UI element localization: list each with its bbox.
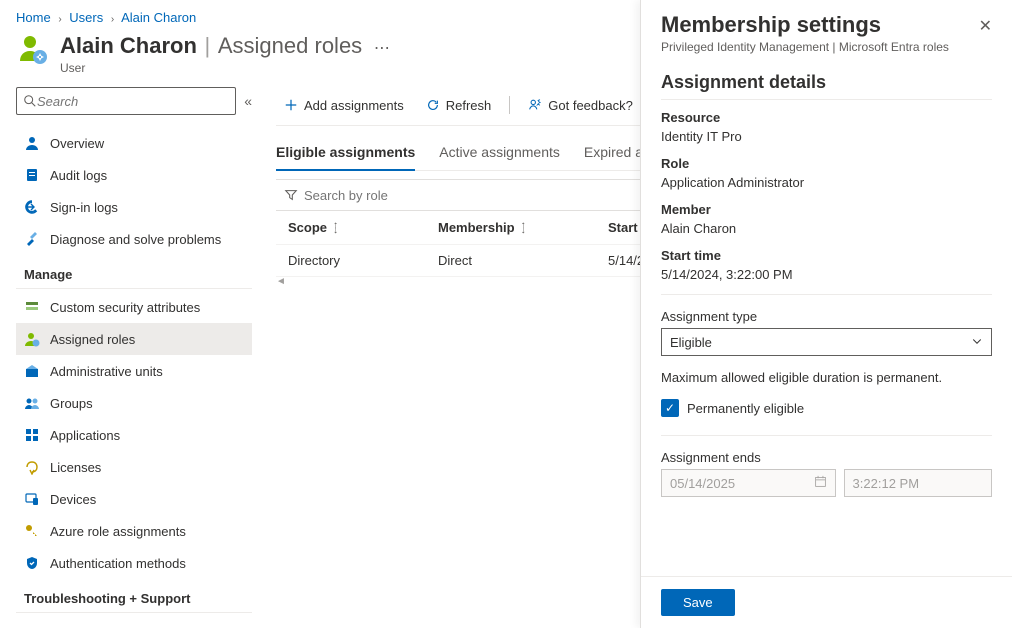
breadcrumb-current[interactable]: Alain Charon <box>121 10 196 25</box>
permanently-eligible-label: Permanently eligible <box>687 401 804 416</box>
start-time-value: 5/14/2024, 3:22:00 PM <box>661 267 992 282</box>
user-type-label: User <box>60 61 390 75</box>
sidebar-item-applications[interactable]: Applications <box>16 419 252 451</box>
sidebar-item-label: Groups <box>50 396 93 411</box>
sidebar-item-admin-units[interactable]: Administrative units <box>16 355 252 387</box>
clipboard-icon <box>24 167 40 183</box>
save-button[interactable]: Save <box>661 589 735 616</box>
assignment-type-dropdown[interactable]: Eligible <box>661 328 992 356</box>
role-label: Role <box>661 156 992 171</box>
assignment-type-label: Assignment type <box>661 309 992 324</box>
tools-icon <box>24 231 40 247</box>
chevron-down-icon <box>971 335 983 350</box>
end-date-value: 05/14/2025 <box>670 476 735 491</box>
groups-icon <box>24 395 40 411</box>
scroll-left-icon[interactable]: ◄ <box>276 276 286 287</box>
sidebar-section-manage: Manage <box>16 255 252 289</box>
member-label: Member <box>661 202 992 217</box>
feedback-icon <box>528 98 542 112</box>
member-value: Alain Charon <box>661 221 992 236</box>
sidebar-item-label: Devices <box>50 492 96 507</box>
plus-icon <box>284 98 298 112</box>
panel-title: Membership settings <box>661 12 949 38</box>
end-date-input[interactable]: 05/14/2025 <box>661 469 836 497</box>
close-icon[interactable]: ✕ <box>979 12 992 36</box>
more-actions-icon[interactable]: ⋯ <box>374 40 390 57</box>
filter-icon <box>284 188 298 202</box>
checkbox-checked-icon: ✓ <box>661 399 679 417</box>
sidebar-search[interactable] <box>16 87 236 115</box>
duration-hint: Maximum allowed eligible duration is per… <box>661 370 992 385</box>
sidebar-item-diagnose[interactable]: Diagnose and solve problems <box>16 223 252 255</box>
devices-icon <box>24 491 40 507</box>
sidebar-item-label: Licenses <box>50 460 101 475</box>
sidebar-item-label: Assigned roles <box>50 332 135 347</box>
feedback-button[interactable]: Got feedback? <box>520 94 641 117</box>
sidebar-item-custom-security[interactable]: Custom security attributes <box>16 291 252 323</box>
assignment-ends-label: Assignment ends <box>661 450 992 465</box>
page-title: Assigned roles <box>218 33 362 58</box>
person-role-icon <box>24 331 40 347</box>
end-time-input[interactable]: 3:22:12 PM <box>844 469 992 497</box>
sidebar-section-troubleshoot: Troubleshooting + Support <box>16 579 252 613</box>
membership-settings-panel: Membership settings Privileged Identity … <box>640 0 1012 628</box>
sidebar-item-label: Azure role assignments <box>50 524 186 539</box>
sidebar-item-azure-roles[interactable]: Azure role assignments <box>16 515 252 547</box>
start-time-label: Start time <box>661 248 992 263</box>
calendar-icon <box>814 475 827 491</box>
resource-value: Identity IT Pro <box>661 129 992 144</box>
sidebar-item-devices[interactable]: Devices <box>16 483 252 515</box>
refresh-button[interactable]: Refresh <box>418 94 500 117</box>
sidebar-item-groups[interactable]: Groups <box>16 387 252 419</box>
sort-icon: ↑↓ <box>333 223 338 233</box>
resource-label: Resource <box>661 110 992 125</box>
sidebar-item-label: Audit logs <box>50 168 107 183</box>
sidebar-item-auth-methods[interactable]: Authentication methods <box>16 547 252 579</box>
breadcrumb-home[interactable]: Home <box>16 10 51 25</box>
add-assignments-button[interactable]: Add assignments <box>276 94 412 117</box>
sidebar-item-overview[interactable]: Overview <box>16 127 252 159</box>
signin-icon <box>24 199 40 215</box>
key-icon <box>24 523 40 539</box>
license-icon <box>24 459 40 475</box>
tab-active[interactable]: Active assignments <box>439 138 560 170</box>
admin-units-icon <box>24 363 40 379</box>
sidebar-item-audit-logs[interactable]: Audit logs <box>16 159 252 191</box>
sidebar-search-input[interactable] <box>37 94 229 109</box>
section-assignment-details: Assignment details <box>661 72 992 100</box>
tab-eligible[interactable]: Eligible assignments <box>276 138 415 170</box>
cell-membership: Direct <box>426 253 596 268</box>
sidebar-item-assigned-roles[interactable]: Assigned roles <box>16 323 252 355</box>
breadcrumb-users[interactable]: Users <box>69 10 103 25</box>
end-time-value: 3:22:12 PM <box>853 476 920 491</box>
cell-scope: Directory <box>276 253 426 268</box>
sidebar-item-licenses[interactable]: Licenses <box>16 451 252 483</box>
sidebar-item-label: Sign-in logs <box>50 200 118 215</box>
search-icon <box>23 94 37 108</box>
refresh-icon <box>426 98 440 112</box>
user-avatar-icon <box>16 33 48 65</box>
security-attr-icon <box>24 299 40 315</box>
permanently-eligible-checkbox[interactable]: ✓ Permanently eligible <box>661 399 992 417</box>
sidebar-item-label: Administrative units <box>50 364 163 379</box>
sidebar-item-label: Diagnose and solve problems <box>50 232 221 247</box>
sort-icon: ↑↓ <box>521 223 526 233</box>
panel-subtitle: Privileged Identity Management | Microso… <box>661 40 949 54</box>
sidebar-item-label: Applications <box>50 428 120 443</box>
collapse-sidebar-icon[interactable]: « <box>244 93 252 109</box>
sidebar-item-label: Overview <box>50 136 104 151</box>
assignment-type-value: Eligible <box>670 335 712 350</box>
person-icon <box>24 135 40 151</box>
role-value: Application Administrator <box>661 175 992 190</box>
shield-icon <box>24 555 40 571</box>
sidebar-item-label: Custom security attributes <box>50 300 200 315</box>
column-membership[interactable]: Membership ↑↓ <box>426 220 596 235</box>
column-scope[interactable]: Scope ↑↓ <box>276 220 426 235</box>
sidebar-item-label: Authentication methods <box>50 556 186 571</box>
page-user-name: Alain Charon <box>60 33 197 58</box>
sidebar-item-signin-logs[interactable]: Sign-in logs <box>16 191 252 223</box>
apps-icon <box>24 427 40 443</box>
